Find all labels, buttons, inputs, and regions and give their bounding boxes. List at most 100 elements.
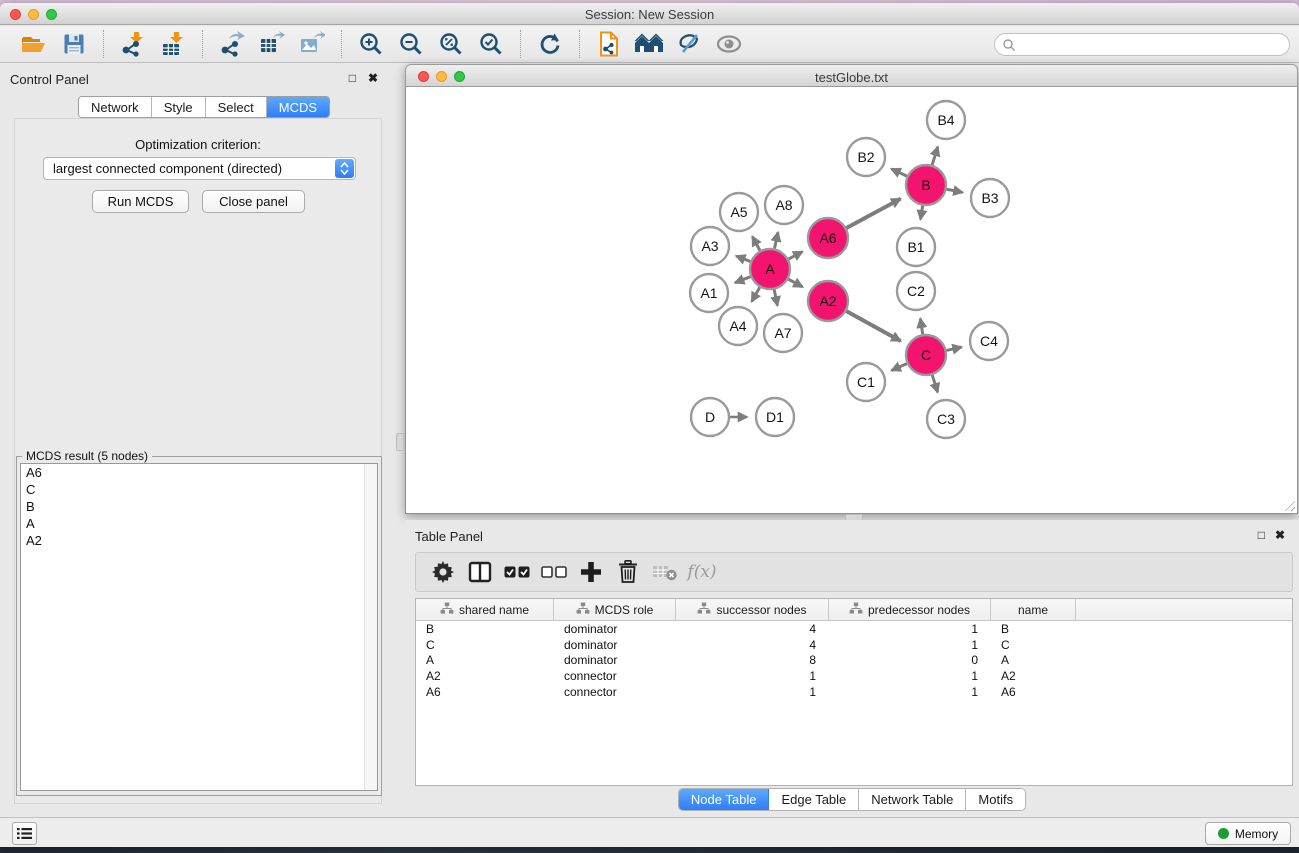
close-panel-button[interactable]: Close panel bbox=[202, 190, 305, 213]
result-list-scrollbar[interactable] bbox=[364, 464, 377, 790]
delete-column-button[interactable] bbox=[614, 558, 642, 586]
zoom-selected-button[interactable] bbox=[476, 29, 506, 59]
table-cell[interactable]: 1 bbox=[829, 685, 991, 699]
table-row[interactable]: Cdominator41C bbox=[416, 637, 1292, 653]
node-A7[interactable]: A7 bbox=[764, 314, 802, 352]
table-cell[interactable]: A bbox=[416, 653, 554, 667]
tab-select[interactable]: Select bbox=[206, 97, 267, 117]
table-cell[interactable]: 4 bbox=[676, 638, 829, 652]
node-table[interactable]: shared nameMCDS rolesuccessor nodesprede… bbox=[415, 598, 1293, 786]
tab-style[interactable]: Style bbox=[152, 97, 206, 117]
tab-motifs[interactable]: Motifs bbox=[966, 789, 1025, 810]
table-row[interactable]: Bdominator41B bbox=[416, 621, 1292, 637]
tab-network-table[interactable]: Network Table bbox=[859, 789, 966, 810]
table-cell[interactable]: A bbox=[991, 653, 1076, 667]
table-row[interactable]: A2connector11A2 bbox=[416, 668, 1292, 684]
table-cell[interactable]: B bbox=[991, 622, 1076, 636]
node-C3[interactable]: C3 bbox=[927, 400, 965, 438]
table-cell[interactable]: 1 bbox=[829, 622, 991, 636]
table-cell[interactable]: connector bbox=[554, 669, 676, 683]
edge-A-A1[interactable] bbox=[735, 277, 750, 283]
network-graph[interactable]: B4B2BB3A8A5A6A3B1AC2A1A2A4A7C4CC1DD1C3 bbox=[406, 87, 1297, 512]
show-graphics-details-button[interactable] bbox=[714, 29, 744, 59]
save-session-button[interactable] bbox=[59, 29, 89, 59]
column-header-successor-nodes[interactable]: successor nodes bbox=[676, 599, 829, 620]
result-list-item[interactable]: C bbox=[21, 481, 377, 498]
table-cell[interactable]: 1 bbox=[829, 669, 991, 683]
run-mcds-button[interactable]: Run MCDS bbox=[92, 190, 189, 213]
float-panel-icon[interactable]: □ bbox=[349, 71, 356, 85]
table-float-panel-icon[interactable]: □ bbox=[1258, 528, 1265, 542]
result-list-item[interactable]: A6 bbox=[21, 464, 377, 481]
select-all-columns-button[interactable] bbox=[503, 558, 531, 586]
column-header-predecessor-nodes[interactable]: predecessor nodes bbox=[829, 599, 991, 620]
zoom-out-button[interactable] bbox=[396, 29, 426, 59]
node-C2[interactable]: C2 bbox=[897, 272, 935, 310]
table-row[interactable]: Adominator80A bbox=[416, 653, 1292, 669]
node-B[interactable]: B bbox=[906, 165, 946, 205]
result-list-item[interactable]: A bbox=[21, 515, 377, 532]
task-history-button[interactable] bbox=[12, 822, 37, 845]
apply-layout-button[interactable] bbox=[535, 29, 565, 59]
zoom-in-button[interactable] bbox=[356, 29, 386, 59]
import-network-button[interactable] bbox=[118, 29, 148, 59]
node-B1[interactable]: B1 bbox=[897, 228, 935, 266]
edge-C-C4[interactable] bbox=[946, 347, 961, 350]
first-neighbors-button[interactable] bbox=[634, 29, 664, 59]
create-column-button[interactable] bbox=[577, 558, 605, 586]
edge-B-B3[interactable] bbox=[947, 189, 963, 192]
table-cell[interactable]: 1 bbox=[829, 638, 991, 652]
network-canvas[interactable]: B4B2BB3A8A5A6A3B1AC2A1A2A4A7C4CC1DD1C3 bbox=[405, 87, 1298, 514]
table-cell[interactable]: 0 bbox=[829, 653, 991, 667]
edge-A6-B[interactable] bbox=[846, 199, 900, 228]
table-cell[interactable]: dominator bbox=[554, 622, 676, 636]
table-cell[interactable]: 1 bbox=[676, 685, 829, 699]
tab-edge-table[interactable]: Edge Table bbox=[769, 789, 859, 810]
table-row[interactable]: A6connector11A6 bbox=[416, 684, 1292, 700]
mcds-result-list[interactable]: A6CBAA2 bbox=[20, 463, 378, 791]
import-table-button[interactable] bbox=[158, 29, 188, 59]
new-network-from-selection-button[interactable] bbox=[594, 29, 624, 59]
node-D[interactable]: D bbox=[691, 398, 729, 436]
node-A[interactable]: A bbox=[750, 249, 790, 289]
node-B3[interactable]: B3 bbox=[971, 179, 1009, 217]
open-session-button[interactable] bbox=[19, 29, 49, 59]
node-B4[interactable]: B4 bbox=[927, 101, 965, 139]
main-titlebar[interactable]: Session: New Session bbox=[0, 3, 1299, 25]
edge-A-A2[interactable] bbox=[788, 279, 802, 287]
column-header-MCDS-role[interactable]: MCDS role bbox=[554, 599, 676, 620]
table-cell[interactable]: C bbox=[416, 638, 554, 652]
node-C[interactable]: C bbox=[906, 335, 946, 375]
table-cell[interactable]: A6 bbox=[991, 685, 1076, 699]
edge-A-A6[interactable] bbox=[789, 252, 803, 259]
split-pane-divider-handle[interactable] bbox=[396, 433, 404, 451]
memory-button[interactable]: Memory bbox=[1205, 822, 1291, 845]
edge-C-C1[interactable] bbox=[892, 364, 907, 371]
tab-network[interactable]: Network bbox=[79, 97, 152, 117]
edge-A2-C[interactable] bbox=[846, 311, 900, 341]
table-cell[interactable]: 8 bbox=[676, 653, 829, 667]
network-window-titlebar[interactable]: testGlobe.txt bbox=[405, 64, 1298, 87]
table-cell[interactable]: 4 bbox=[676, 622, 829, 636]
node-C4[interactable]: C4 bbox=[970, 322, 1008, 360]
tab-mcds[interactable]: MCDS bbox=[267, 97, 329, 117]
edge-A-A3[interactable] bbox=[736, 256, 750, 261]
table-cell[interactable]: A2 bbox=[416, 669, 554, 683]
show-columns-button[interactable] bbox=[466, 558, 494, 586]
table-cell[interactable]: 1 bbox=[676, 669, 829, 683]
deselect-all-columns-button[interactable] bbox=[540, 558, 568, 586]
node-A5[interactable]: A5 bbox=[720, 193, 758, 231]
edge-B-B1[interactable] bbox=[920, 206, 922, 220]
table-cell[interactable]: C bbox=[991, 638, 1076, 652]
close-panel-icon[interactable]: ✖ bbox=[368, 71, 378, 85]
table-cell[interactable]: B bbox=[416, 622, 554, 636]
table-settings-button[interactable] bbox=[429, 558, 457, 586]
hide-graphics-details-button[interactable] bbox=[674, 29, 704, 59]
node-A4[interactable]: A4 bbox=[719, 307, 757, 345]
edge-A-A8[interactable] bbox=[774, 232, 778, 248]
edge-B-B2[interactable] bbox=[891, 169, 907, 176]
edge-A-A5[interactable] bbox=[752, 237, 760, 251]
column-header-name[interactable]: name bbox=[991, 599, 1076, 620]
node-D1[interactable]: D1 bbox=[756, 398, 794, 436]
edge-B-B4[interactable] bbox=[932, 147, 938, 165]
